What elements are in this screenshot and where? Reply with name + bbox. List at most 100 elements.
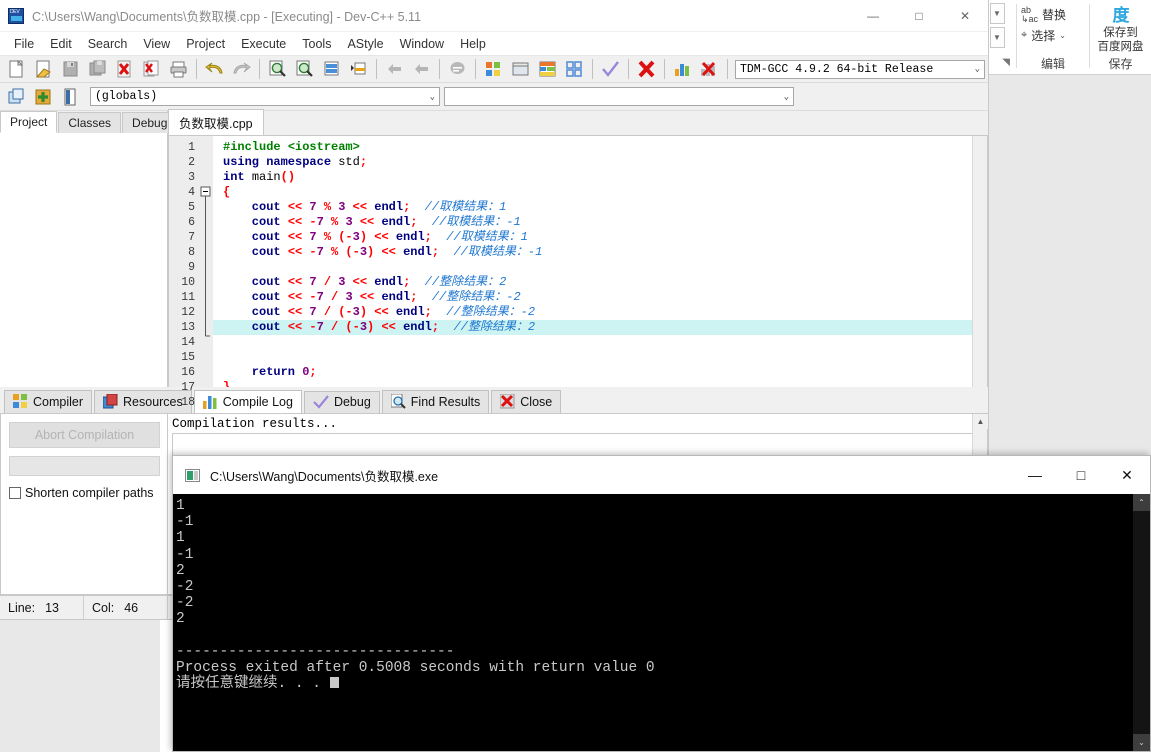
save-all-button[interactable] <box>84 57 110 81</box>
menu-help[interactable]: Help <box>452 34 494 54</box>
console-scrollbar[interactable]: ⌃ ⌄ <box>1133 494 1150 751</box>
menu-execute[interactable]: Execute <box>233 34 294 54</box>
code-line[interactable]: cout << -7 % (-3) << endl; //取模结果：-1 <box>213 245 972 260</box>
add-to-project-button[interactable] <box>30 85 56 109</box>
stop-execution-button[interactable] <box>633 57 659 81</box>
new-file-button[interactable] <box>3 57 29 81</box>
code-line[interactable]: { <box>213 185 972 200</box>
code-line[interactable]: cout << -7 % 3 << endl; //取模结果：-1 <box>213 215 972 230</box>
menu-window[interactable]: Window <box>392 34 452 54</box>
print-button[interactable] <box>165 57 191 81</box>
comment-button[interactable] <box>444 57 470 81</box>
menu-edit[interactable]: Edit <box>42 34 80 54</box>
compiler-set-combo[interactable]: TDM-GCC 4.9.2 64-bit Release ⌄ <box>735 59 985 79</box>
console-close-button[interactable]: ✕ <box>1104 456 1150 494</box>
run-button[interactable] <box>507 57 533 81</box>
select-command[interactable]: ⌖ 选择 ⌄ <box>1017 25 1089 46</box>
menu-file[interactable]: File <box>6 34 42 54</box>
code-line[interactable] <box>213 260 972 275</box>
spinner-down-icon[interactable]: ▼ <box>989 27 1005 48</box>
replace-button[interactable] <box>291 57 317 81</box>
abort-compilation-button[interactable]: Abort Compilation <box>9 422 160 448</box>
minimize-button[interactable]: — <box>850 0 896 32</box>
shorten-paths-row[interactable]: Shorten compiler paths <box>9 486 159 500</box>
code-editor[interactable]: 1 2 3 4 5 6 7 8 9 10 11 12 13 14 15 16 17 18 #include <io… <box>168 135 988 409</box>
replace-command[interactable]: ab ↳ac 替换 <box>1017 4 1089 25</box>
code-line[interactable] <box>213 335 972 350</box>
console-scroll-up-icon[interactable]: ⌃ <box>1133 494 1150 511</box>
project-tree[interactable] <box>0 133 167 387</box>
code-line[interactable]: cout << 7 / (-3) << endl; //整除结果：-2 <box>213 305 972 320</box>
menu-view[interactable]: View <box>135 34 178 54</box>
menu-astyle[interactable]: AStyle <box>339 34 391 54</box>
code-line[interactable]: cout << -7 / (-3) << endl; //整除结果：2 <box>213 320 972 335</box>
profile-analysis-button[interactable] <box>669 57 695 81</box>
syntax-check-button[interactable] <box>597 57 623 81</box>
scope-combo[interactable]: (globals) ⌄ <box>90 87 440 106</box>
delete-profile-button[interactable] <box>696 57 722 81</box>
close-all-button[interactable] <box>138 57 164 81</box>
chevron-down-icon[interactable]: ⌄ <box>430 92 435 102</box>
shorten-paths-checkbox[interactable] <box>9 487 21 499</box>
code-token: //整除结果：2 <box>424 275 507 289</box>
dialog-launcher-icon[interactable]: ◥ <box>1002 57 1010 68</box>
new-project-button[interactable] <box>3 85 29 109</box>
editor-tab-active[interactable]: 负数取模.cpp <box>168 109 264 135</box>
bottom-tab-close[interactable]: Close <box>491 390 562 413</box>
close-file-button[interactable] <box>111 57 137 81</box>
maximize-button[interactable]: □ <box>896 0 942 32</box>
code-line[interactable]: } <box>213 380 972 387</box>
close-button[interactable]: ✕ <box>942 0 988 32</box>
save-to-cloud-label[interactable]: 保存到 百度网盘 <box>1090 26 1151 54</box>
console-output[interactable]: 1 -1 1 -1 2 -2 -2 2 --------------------… <box>173 494 1133 751</box>
console-scroll-down-icon[interactable]: ⌄ <box>1133 734 1150 751</box>
code-line[interactable]: #include <iostream> <box>213 140 972 155</box>
menu-tools[interactable]: Tools <box>294 34 339 54</box>
chevron-down-icon[interactable]: ⌄ <box>1059 31 1066 40</box>
console-maximize-button[interactable]: □ <box>1058 456 1104 494</box>
sidebar-item-classes[interactable]: Classes <box>58 112 122 133</box>
code-token: 3 <box>352 305 360 319</box>
project-options-button[interactable] <box>57 85 83 109</box>
goto-line-button[interactable] <box>318 57 344 81</box>
bottom-tab-debug[interactable]: Debug <box>303 391 380 413</box>
bottom-tab-find-results[interactable]: Find Results <box>381 390 490 413</box>
rebuild-all-button[interactable] <box>561 57 587 81</box>
code-line[interactable] <box>213 350 972 365</box>
toolbar-divider-1 <box>196 59 197 79</box>
undo-button[interactable] <box>201 57 227 81</box>
code-line[interactable]: cout << 7 % 3 << endl; //取模结果：1 <box>213 200 972 215</box>
find-button[interactable] <box>264 57 290 81</box>
compile-button[interactable] <box>480 57 506 81</box>
code-token: //取模结果：-1 <box>431 215 521 229</box>
class-combo[interactable]: ⌄ <box>444 87 794 106</box>
save-file-button[interactable] <box>57 57 83 81</box>
toggle-bookmark-button[interactable] <box>345 57 371 81</box>
console-minimize-button[interactable]: — <box>1012 456 1058 494</box>
code-line[interactable]: return 0; <box>213 365 972 380</box>
bottom-tab-compile-log[interactable]: Compile Log <box>193 390 302 413</box>
code-line[interactable]: using namespace std; <box>213 155 972 170</box>
code-line[interactable]: cout << -7 / 3 << endl; //整除结果：-2 <box>213 290 972 305</box>
compile-progress-bar <box>9 456 160 476</box>
menu-project[interactable]: Project <box>178 34 233 54</box>
menu-search[interactable]: Search <box>80 34 136 54</box>
redo-button[interactable] <box>228 57 254 81</box>
bottom-tab-compiler[interactable]: Compiler <box>4 390 93 413</box>
scroll-up-icon[interactable]: ▲ <box>973 414 988 429</box>
chevron-down-icon[interactable]: ⌄ <box>975 64 980 74</box>
editor-vertical-scrollbar[interactable] <box>972 136 987 387</box>
chevron-down-icon[interactable]: ⌄ <box>784 92 789 102</box>
code-folding-column[interactable] <box>199 136 213 387</box>
open-file-button[interactable] <box>30 57 56 81</box>
sidebar-item-project[interactable]: Project <box>0 111 58 133</box>
code-line[interactable]: cout << 7 % (-3) << endl; //取模结果：1 <box>213 230 972 245</box>
forward-button[interactable] <box>408 57 434 81</box>
code-line[interactable]: cout << 7 / 3 << endl; //整除结果：2 <box>213 275 972 290</box>
console-scroll-track[interactable] <box>1133 511 1150 734</box>
compile-and-run-button[interactable] <box>534 57 560 81</box>
spinner-up-icon[interactable]: ▼ <box>989 3 1005 24</box>
code-content[interactable]: #include <iostream> using namespace std; i… <box>213 136 972 387</box>
back-button[interactable] <box>381 57 407 81</box>
code-line[interactable]: int main() <box>213 170 972 185</box>
